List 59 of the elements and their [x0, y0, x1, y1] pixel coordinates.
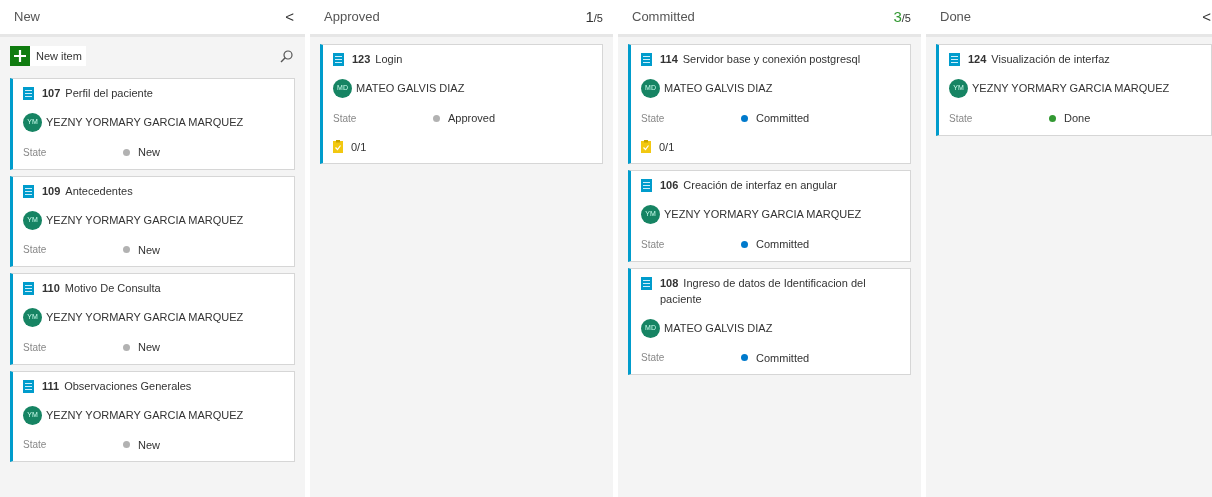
- field-label: State: [641, 111, 666, 126]
- wip-count: 1/5: [585, 6, 603, 27]
- backlog-item-icon: [23, 87, 34, 100]
- column-title: Committed: [632, 8, 695, 27]
- backlog-item-icon: [641, 53, 652, 66]
- state-value: Committed: [756, 111, 810, 126]
- backlog-item-icon: [23, 379, 34, 393]
- card-title: 109 Antecedentes: [42, 183, 133, 199]
- card-title: 106 Creación de interfaz en angular: [660, 178, 837, 193]
- field-label: State: [641, 351, 666, 366]
- card-title: 110 Motivo De Consulta: [42, 281, 161, 296]
- new-item-button[interactable]: New item: [10, 46, 86, 66]
- column-title: New: [14, 8, 40, 27]
- backlog-item-icon: [641, 179, 652, 192]
- state-value: Approved: [448, 111, 496, 126]
- card-title: 114 Servidor base y conexión postgresql: [660, 52, 861, 67]
- clipboard-icon: [641, 140, 651, 154]
- wip-count: 3/5: [893, 6, 911, 27]
- state-value: New: [138, 437, 160, 453]
- assignee-name: YEZNY YORMARY GARCIA MARQUEZ: [46, 407, 244, 423]
- assignee-name: YEZNY YORMARY GARCIA MARQUEZ: [46, 115, 244, 131]
- column-title: Done: [940, 8, 972, 27]
- state-value: New: [138, 145, 160, 160]
- field-label: State: [949, 111, 974, 126]
- field-label: State: [333, 111, 358, 126]
- assignee-name: MATEO GALVIS DIAZ: [356, 81, 465, 97]
- card-title: 107 Perfil del paciente: [42, 86, 153, 101]
- state-value: New: [138, 340, 160, 355]
- task-count: 0/1: [659, 139, 675, 155]
- backlog-item-icon: [23, 184, 34, 198]
- column-title: Approved: [324, 8, 380, 27]
- assignee-name: YEZNY YORMARY GARCIA MARQUEZ: [46, 212, 244, 228]
- card-title: 124 Visualización de interfaz: [968, 52, 1110, 67]
- search-icon[interactable]: [280, 49, 293, 63]
- collapse-button[interactable]: <: [1201, 4, 1212, 30]
- assignee-name: MATEO GALVIS DIAZ: [664, 81, 773, 97]
- state-value: Done: [1064, 111, 1091, 126]
- collapse-button[interactable]: <: [284, 4, 295, 30]
- backlog-item-icon: [949, 53, 960, 66]
- assignee-name: MATEO GALVIS DIAZ: [664, 320, 773, 336]
- state-value: Committed: [756, 350, 810, 366]
- task-count: 0/1: [351, 139, 367, 155]
- assignee-name: YEZNY YORMARY GARCIA MARQUEZ: [664, 207, 862, 223]
- field-label: State: [23, 438, 48, 453]
- backlog-item-icon: [641, 276, 652, 290]
- assignee-name: YEZNY YORMARY GARCIA MARQUEZ: [972, 81, 1170, 97]
- assignee-name: YEZNY YORMARY GARCIA MARQUEZ: [46, 310, 244, 326]
- state-value: Committed: [756, 237, 810, 252]
- state-value: New: [138, 242, 160, 258]
- card-title: 108 Ingreso de datos de Identificacion del paciente: [660, 275, 867, 307]
- backlog-item-icon: [333, 53, 344, 66]
- card-title: 111 Observaciones Generales: [42, 378, 192, 394]
- backlog-item-icon: [23, 282, 34, 295]
- field-label: State: [641, 237, 666, 252]
- card-title: 123 Login: [352, 52, 403, 67]
- clipboard-icon: [333, 140, 343, 154]
- field-label: State: [23, 145, 48, 160]
- field-label: State: [23, 340, 48, 355]
- field-label: State: [23, 243, 48, 258]
